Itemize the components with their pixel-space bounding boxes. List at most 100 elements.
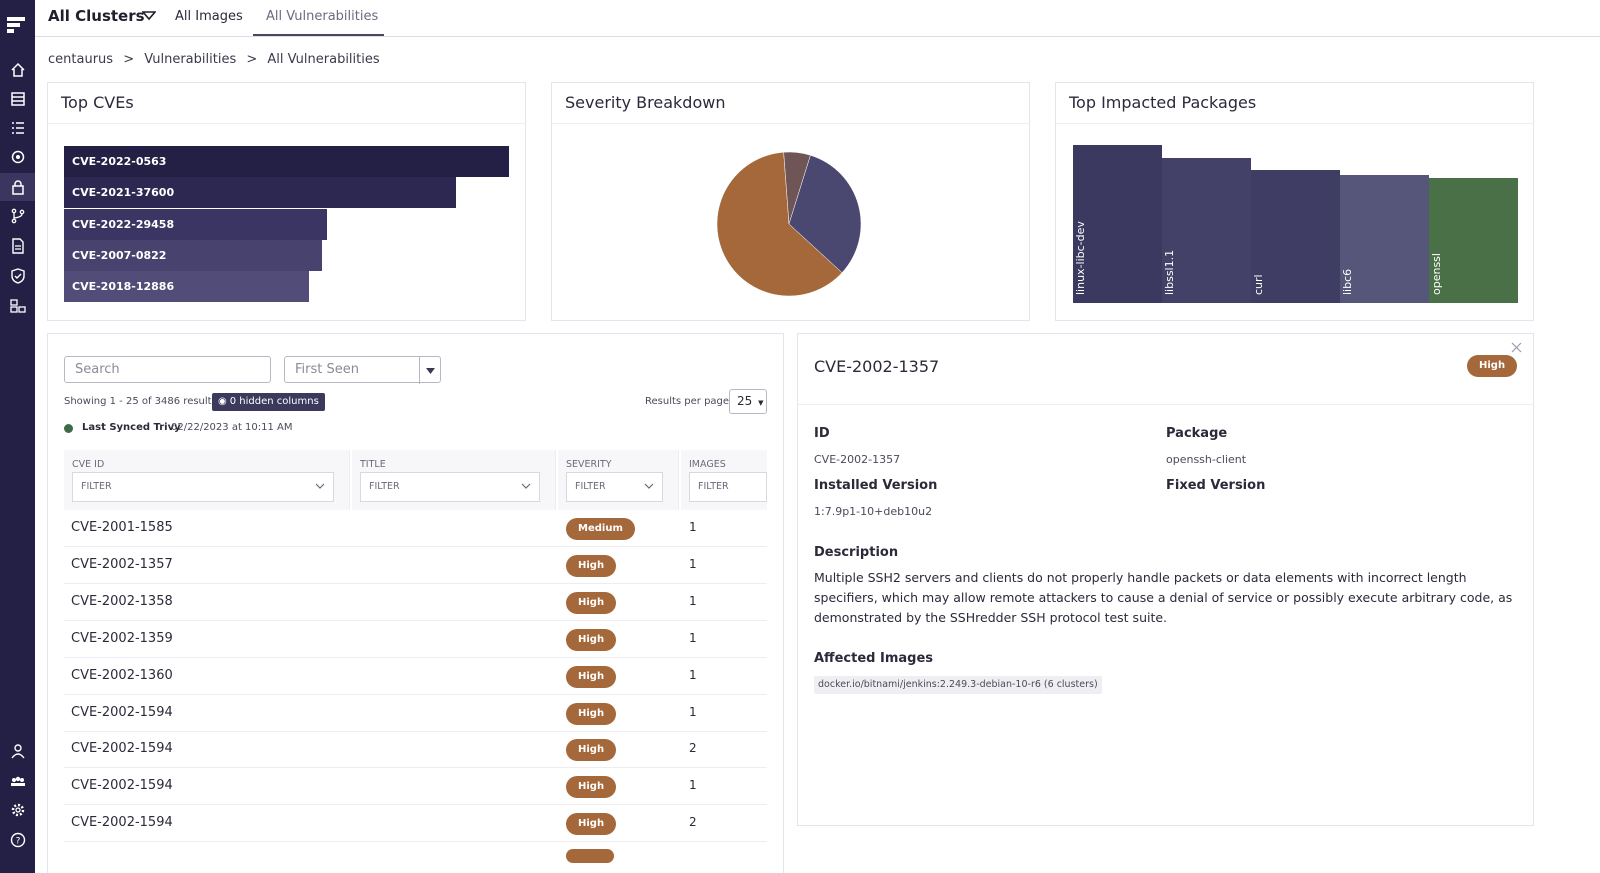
- sidebar: ?: [0, 0, 35, 873]
- fairwinds-logo[interactable]: [6, 14, 28, 36]
- search-input[interactable]: Search: [64, 356, 271, 383]
- severity-filter[interactable]: FILTER: [566, 472, 663, 502]
- package-label: libc6: [1341, 268, 1354, 295]
- results-per-page-label: Results per page: [645, 396, 730, 407]
- package-bar[interactable]: openssl: [1429, 178, 1518, 303]
- breadcrumb-separator: >: [123, 52, 135, 67]
- column-header-cve-id[interactable]: CVE ID FILTER: [64, 450, 350, 510]
- cve-bar[interactable]: CVE-2022-29458: [64, 208, 327, 240]
- table-row[interactable]: CVE-2002-1358 High 1: [64, 584, 767, 621]
- eye-off-icon: ◉: [218, 396, 227, 407]
- images-count-cell: 1: [689, 778, 697, 793]
- table-row[interactable]: CVE-2002-1594 High 1: [64, 768, 767, 806]
- table-row[interactable]: CVE-2002-1357 High 1: [64, 547, 767, 584]
- images-filter[interactable]: FILTER: [689, 472, 767, 502]
- package-label: Package: [1166, 426, 1228, 441]
- images-count-cell: 1: [689, 593, 697, 608]
- nav-policy[interactable]: [0, 262, 35, 290]
- gear-cog-icon: [11, 150, 24, 164]
- sort-dropdown-button[interactable]: [419, 357, 440, 384]
- cve-id-cell[interactable]: CVE-2002-1358: [71, 594, 173, 609]
- filter-placeholder: FILTER: [575, 481, 606, 492]
- report-icon: [11, 238, 24, 254]
- images-count-cell: 2: [689, 815, 697, 830]
- table-row-partial[interactable]: [64, 843, 767, 873]
- id-label: ID: [814, 426, 830, 441]
- table-row[interactable]: CVE-2002-1594 High 1: [64, 695, 767, 732]
- nav-repos[interactable]: [0, 202, 35, 230]
- images-count-cell: 2: [689, 741, 697, 756]
- active-tab-indicator: [253, 34, 384, 36]
- severity-badge: High: [566, 813, 617, 836]
- package-label: libssl1.1: [1163, 249, 1176, 295]
- hidden-columns-button[interactable]: ◉ 0 hidden columns: [212, 393, 325, 411]
- cve-id-cell[interactable]: CVE-2002-1357: [71, 557, 173, 572]
- cve-id-cell[interactable]: CVE-2002-1594: [71, 778, 173, 793]
- team-icon: [10, 776, 25, 786]
- package-label: curl: [1252, 274, 1265, 295]
- cve-id-cell[interactable]: CVE-2002-1360: [71, 668, 173, 683]
- images-count-cell: 1: [689, 556, 697, 571]
- nav-vulnerabilities[interactable]: [0, 173, 35, 201]
- nav-settings[interactable]: [0, 796, 35, 824]
- results-per-page-select[interactable]: 25 ▼: [729, 389, 767, 414]
- cve-id-cell[interactable]: CVE-2001-1585: [71, 520, 173, 535]
- severity-badge: High: [566, 591, 617, 614]
- column-header-severity[interactable]: SEVERITY FILTER: [558, 450, 679, 510]
- package-bar[interactable]: libc6: [1340, 175, 1429, 303]
- chevron-down-icon[interactable]: [142, 11, 156, 21]
- nav-profile[interactable]: [0, 737, 35, 765]
- table-row[interactable]: CVE-2001-1585 Medium 1: [64, 510, 767, 547]
- package-bar[interactable]: linux-libc-dev: [1073, 145, 1162, 303]
- nav-home[interactable]: [0, 56, 35, 84]
- cve-id-filter[interactable]: FILTER: [72, 472, 334, 502]
- nav-help[interactable]: ?: [0, 826, 35, 854]
- package-bar[interactable]: curl: [1251, 170, 1340, 303]
- nav-tasks[interactable]: [0, 114, 35, 142]
- breadcrumb-cluster[interactable]: centaurus: [48, 52, 113, 67]
- cve-id-cell[interactable]: CVE-2002-1594: [71, 741, 173, 756]
- breadcrumb-vulnerabilities[interactable]: Vulnerabilities: [144, 52, 236, 67]
- filter-placeholder: FILTER: [698, 481, 729, 492]
- affected-image-chip[interactable]: docker.io/bitnami/jenkins:2.249.3-debian…: [814, 676, 1102, 694]
- top-cves-card: Top CVEs CVE-2022-0563 CVE-2021-37600 CVE-…: [47, 82, 526, 321]
- cve-id-cell[interactable]: CVE-2002-1594: [71, 815, 173, 830]
- installed-version-value: 1:7.9p1-10+deb10u2: [814, 505, 933, 518]
- severity-badge: Medium: [566, 518, 635, 540]
- nav-config[interactable]: [0, 143, 35, 171]
- detail-title: CVE-2002-1357: [814, 357, 940, 376]
- table-row[interactable]: CVE-2002-1360 High 1: [64, 658, 767, 695]
- results-per-page-value: 25: [737, 394, 753, 408]
- cve-bar[interactable]: CVE-2018-12886: [64, 271, 309, 303]
- images-count-cell: 1: [689, 667, 697, 682]
- breadcrumb-separator: >: [246, 52, 258, 67]
- severity-badge: [566, 849, 614, 863]
- table-row[interactable]: CVE-2002-1359 High 1: [64, 621, 767, 658]
- title-filter[interactable]: FILTER: [360, 472, 540, 502]
- cve-bar[interactable]: CVE-2021-37600: [64, 177, 456, 209]
- cve-bar[interactable]: CVE-2022-0563: [64, 146, 509, 177]
- table-row[interactable]: CVE-2002-1594 High 2: [64, 731, 767, 769]
- nav-team[interactable]: [0, 767, 35, 795]
- cluster-selector[interactable]: All Clusters: [48, 7, 145, 25]
- results-count: Showing 1 - 25 of 3486 results: [64, 396, 217, 407]
- column-header-title[interactable]: TITLE FILTER: [352, 450, 556, 510]
- tab-all-vulnerabilities[interactable]: All Vulnerabilities: [266, 9, 378, 24]
- close-icon[interactable]: [1511, 342, 1522, 353]
- nav-reports[interactable]: [0, 232, 35, 260]
- nav-list[interactable]: [0, 85, 35, 113]
- table-row[interactable]: CVE-2002-1594 High 2: [64, 805, 767, 843]
- severity-badge: High: [566, 702, 617, 725]
- cve-id-cell[interactable]: CVE-2002-1359: [71, 631, 173, 646]
- settings-icon: [11, 803, 24, 817]
- cve-id-cell[interactable]: CVE-2002-1594: [71, 705, 173, 720]
- nav-network[interactable]: [0, 292, 35, 320]
- caret-down-icon: [425, 367, 435, 374]
- tab-all-images[interactable]: All Images: [175, 9, 243, 24]
- description-text: Multiple SSH2 servers and clients do not…: [814, 570, 1513, 625]
- column-header-images[interactable]: IMAGES FILTER: [681, 450, 767, 510]
- cve-bar[interactable]: CVE-2007-0822: [64, 239, 322, 271]
- sort-select[interactable]: First Seen: [284, 356, 441, 384]
- severity-badge: High: [566, 554, 617, 577]
- package-bar[interactable]: libssl1.1: [1162, 158, 1251, 303]
